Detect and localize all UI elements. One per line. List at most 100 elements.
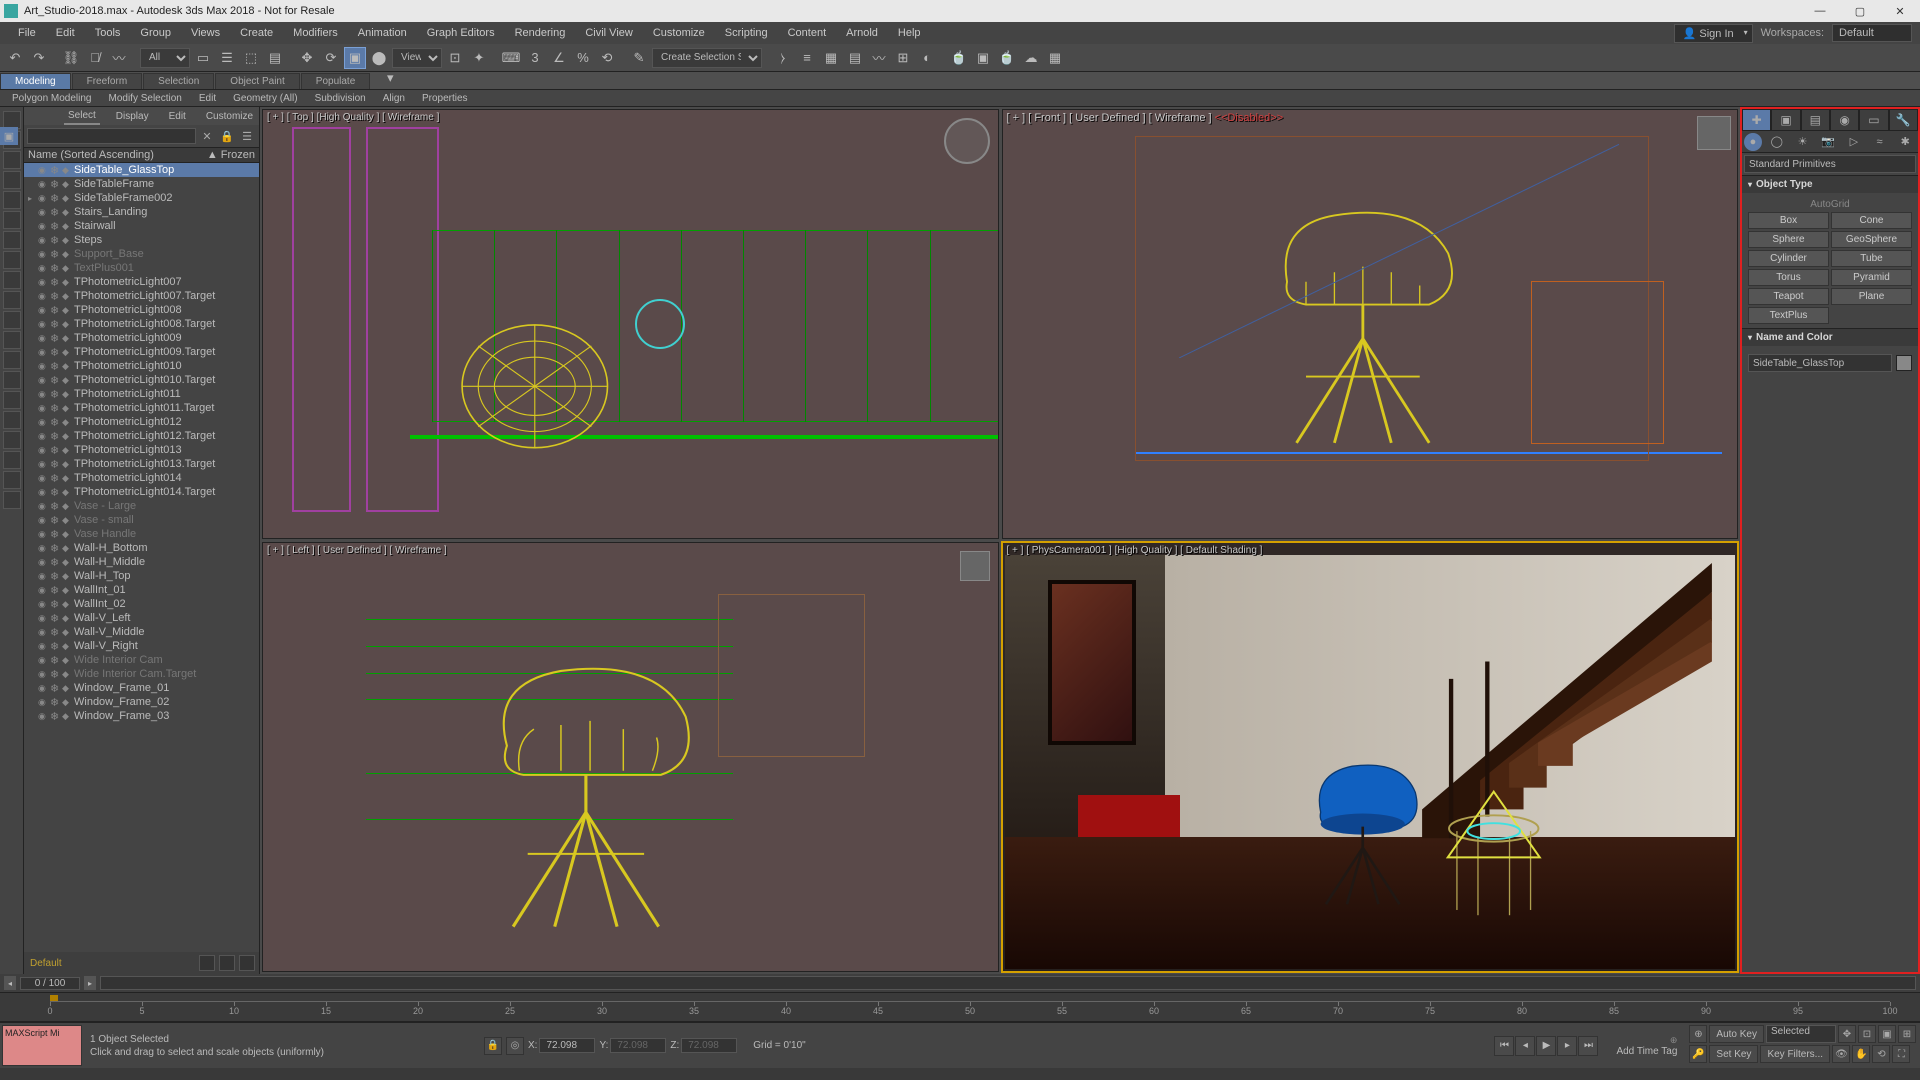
trackbar[interactable]: 0510152025303540455055606570758085909510…	[0, 992, 1920, 1022]
scene-header-frozen[interactable]: ▲ Frozen	[207, 149, 255, 161]
dock-icon[interactable]	[3, 251, 21, 269]
goto-end-button[interactable]: ⏭	[1578, 1036, 1598, 1056]
key-mode-select[interactable]: Selected	[1766, 1025, 1836, 1043]
menu-civilview[interactable]: Civil View	[575, 24, 642, 42]
minimize-button[interactable]: —	[1800, 0, 1840, 22]
menu-modifiers[interactable]: Modifiers	[283, 24, 348, 42]
nav-icon[interactable]: ⊡	[1858, 1025, 1876, 1043]
create-tab[interactable]: ✚	[1742, 109, 1771, 131]
dock-icon[interactable]	[3, 451, 21, 469]
percent-snap-button[interactable]: %	[572, 47, 594, 69]
scene-item[interactable]: ◉❄◆Vase - Large	[24, 499, 259, 513]
ribbon-tab-populate[interactable]: Populate	[301, 73, 370, 89]
scene-item[interactable]: ◉❄◆Window_Frame_01	[24, 681, 259, 695]
render-a360-button[interactable]: ☁	[1020, 47, 1042, 69]
bind-spacewarp-button[interactable]: 〰	[108, 47, 130, 69]
primitive-sphere-button[interactable]: Sphere	[1748, 231, 1829, 248]
maxscript-listener[interactable]: MAXScript Mi	[2, 1025, 82, 1066]
key-big-icon[interactable]: 🔑	[1689, 1045, 1707, 1063]
toggle-ribbon-button[interactable]: ▤	[844, 47, 866, 69]
refcoord-select[interactable]: View	[392, 48, 442, 68]
scene-item[interactable]: ◉❄◆TextPlus001	[24, 261, 259, 275]
dock-icon[interactable]	[3, 431, 21, 449]
coord-y[interactable]: 72.098	[610, 1038, 666, 1053]
menu-scripting[interactable]: Scripting	[715, 24, 778, 42]
viewcube-icon[interactable]	[960, 551, 990, 581]
pivot-button[interactable]: ⊡	[444, 47, 466, 69]
move-button[interactable]: ✥	[296, 47, 318, 69]
menu-tools[interactable]: Tools	[85, 24, 131, 42]
scale-button[interactable]: ▣	[344, 47, 366, 69]
primitive-tube-button[interactable]: Tube	[1831, 250, 1912, 267]
timeslider-prev[interactable]: ◂	[4, 976, 16, 990]
ribbon-sub-align[interactable]: Align	[375, 92, 413, 105]
select-region-button[interactable]: ⬚	[240, 47, 262, 69]
primitive-box-button[interactable]: Box	[1748, 212, 1829, 229]
layer-icon[interactable]	[199, 955, 215, 971]
ribbon-tab-freeform[interactable]: Freeform	[72, 73, 143, 89]
color-swatch[interactable]	[1896, 355, 1912, 371]
keyfilters-button[interactable]: Key Filters...	[1760, 1045, 1830, 1063]
select-object-button[interactable]: ▭	[192, 47, 214, 69]
render-prod-button[interactable]: 🍵	[996, 47, 1018, 69]
scene-item[interactable]: ◉❄◆TPhotometricLight012	[24, 415, 259, 429]
dock-icon[interactable]	[3, 331, 21, 349]
viewport-left[interactable]: [ + ] [ Left ] [ User Defined ] [ Wirefr…	[262, 542, 999, 972]
scene-item[interactable]: ◉❄◆Wide Interior Cam.Target	[24, 667, 259, 681]
primitive-cylinder-button[interactable]: Cylinder	[1748, 250, 1829, 267]
render-setup-button[interactable]: 🍵	[948, 47, 970, 69]
nav-icon[interactable]: 👁	[1832, 1045, 1850, 1063]
primitive-pyramid-button[interactable]: Pyramid	[1831, 269, 1912, 286]
viewcube-icon[interactable]	[1697, 116, 1731, 150]
ribbon-overflow-icon[interactable]: ▾	[379, 67, 401, 89]
autokey-button[interactable]: Auto Key	[1709, 1025, 1764, 1043]
nav-icon[interactable]: ⊞	[1898, 1025, 1916, 1043]
hierarchy-tab[interactable]: ▤	[1801, 109, 1830, 131]
material-editor-button[interactable]: ◐	[916, 47, 938, 69]
scene-item[interactable]: ◉❄◆Stairwall	[24, 219, 259, 233]
scene-item[interactable]: ◉❄◆Wall-H_Middle	[24, 555, 259, 569]
ribbon-sub-geometry[interactable]: Geometry (All)	[225, 92, 305, 105]
ribbon-sub-modifysel[interactable]: Modify Selection	[101, 92, 190, 105]
lock-selection-icon[interactable]: 🔒	[484, 1037, 502, 1055]
scene-item[interactable]: ◉❄◆TPhotometricLight009	[24, 331, 259, 345]
autogrid-checkbox[interactable]: AutoGrid	[1748, 197, 1912, 212]
angle-snap-button[interactable]: ∠	[548, 47, 570, 69]
menu-file[interactable]: File	[8, 24, 46, 42]
dock-icon[interactable]	[3, 311, 21, 329]
scene-tab-display[interactable]: Display	[112, 109, 153, 124]
utilities-tab[interactable]: 🔧	[1889, 109, 1918, 131]
primitive-torus-button[interactable]: Torus	[1748, 269, 1829, 286]
scene-item[interactable]: ◉❄◆TPhotometricLight014	[24, 471, 259, 485]
viewport-left-label[interactable]: [ + ] [ Left ] [ User Defined ] [ Wirefr…	[267, 545, 447, 556]
primitive-geosphere-button[interactable]: GeoSphere	[1831, 231, 1912, 248]
rotate-button[interactable]: ⟳	[320, 47, 342, 69]
scene-view-icon[interactable]: ☰	[238, 127, 256, 145]
primitive-cone-button[interactable]: Cone	[1831, 212, 1912, 229]
scene-item[interactable]: ◉❄◆Wall-H_Top	[24, 569, 259, 583]
viewport-front-label[interactable]: [ + ] [ Front ] [ User Defined ] [ Wiref…	[1007, 112, 1284, 124]
scene-item[interactable]: ◉❄◆WallInt_02	[24, 597, 259, 611]
nav-icon[interactable]: ⟲	[1872, 1045, 1890, 1063]
layer-icon[interactable]	[239, 955, 255, 971]
scene-item[interactable]: ◉❄◆SideTableFrame	[24, 177, 259, 191]
scene-item[interactable]: ◉❄◆Vase Handle	[24, 527, 259, 541]
viewport-top[interactable]: [ + ] [ Top ] [High Quality ] [ Wirefram…	[262, 109, 999, 539]
ribbon-tab-modeling[interactable]: Modeling	[0, 73, 71, 89]
scene-item[interactable]: ◉❄◆Window_Frame_03	[24, 709, 259, 723]
link-button[interactable]: ⛓	[60, 47, 82, 69]
scene-item[interactable]: ◉❄◆TPhotometricLight011.Target	[24, 401, 259, 415]
nav-icon[interactable]: ▣	[1878, 1025, 1896, 1043]
curve-editor-button[interactable]: 〰	[868, 47, 890, 69]
undo-button[interactable]: ↶	[4, 47, 26, 69]
scene-tab-select[interactable]: Select	[64, 108, 100, 125]
viewport-top-label[interactable]: [ + ] [ Top ] [High Quality ] [ Wirefram…	[267, 112, 439, 123]
dock-icon[interactable]	[3, 231, 21, 249]
next-frame-button[interactable]: ▸	[1557, 1036, 1577, 1056]
scene-item[interactable]: ◉❄◆SideTable_GlassTop	[24, 163, 259, 177]
workspace-select[interactable]: Default	[1832, 24, 1912, 42]
open-autodesk-button[interactable]: ▦	[1044, 47, 1066, 69]
scene-list[interactable]: ◉❄◆SideTable_GlassTop◉❄◆SideTableFrame▸◉…	[24, 163, 259, 952]
display-tab[interactable]: ▭	[1859, 109, 1888, 131]
primitives-dropdown[interactable]: Standard Primitives	[1744, 155, 1916, 173]
